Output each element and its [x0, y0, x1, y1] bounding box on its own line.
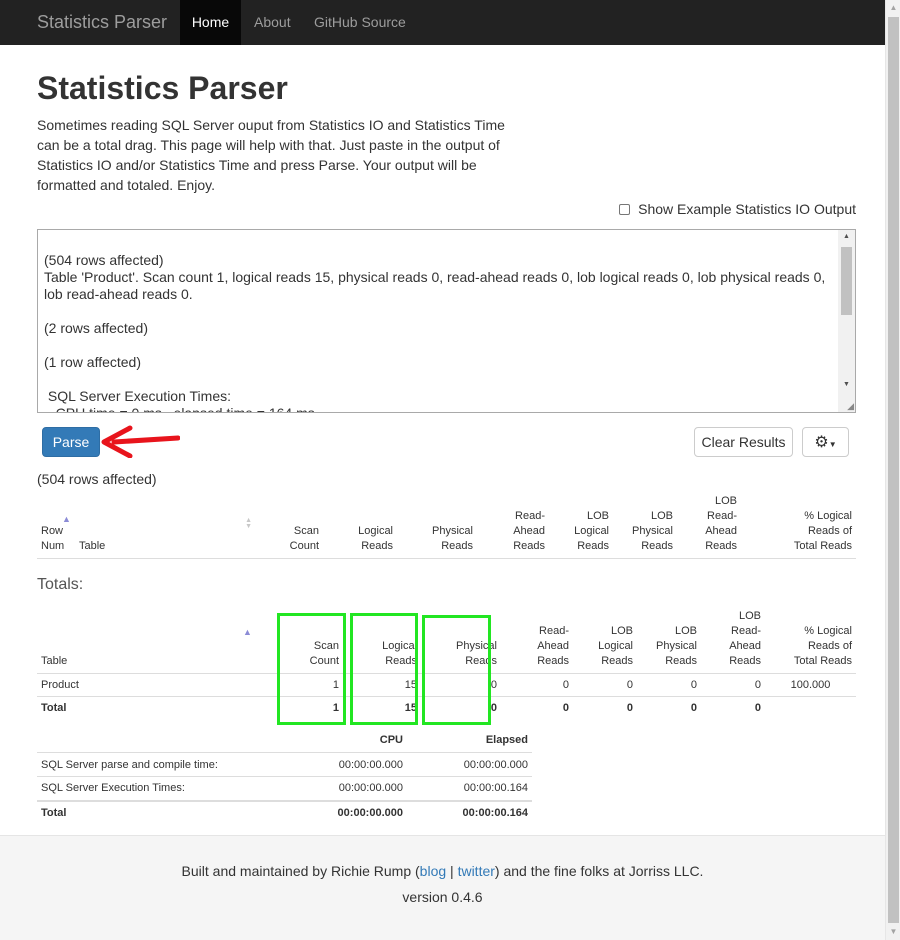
time-total-row: Total 00:00:00.000 00:00:00.164 [37, 799, 532, 825]
show-example-label[interactable]: Show Example Statistics IO Output [638, 201, 856, 217]
col-lob-logical-reads[interactable]: LOB Logical Reads [549, 490, 613, 559]
input-scroll-up-icon[interactable]: ▲ [838, 233, 855, 240]
nav-item-about[interactable]: About [254, 0, 291, 45]
table-row: SQL Server Execution Times: 00:00:00.000… [37, 776, 532, 801]
time-col-elapsed: Elapsed [485, 734, 528, 746]
totals-col-table[interactable]: ▲ Table [37, 605, 277, 674]
time-table: CPU Elapsed SQL Server parse and compile… [37, 729, 532, 825]
statistics-input-text[interactable]: (504 rows affected) Table 'Product'. Sca… [44, 252, 839, 412]
totals-col-lob-physical-reads[interactable]: LOB Physical Reads [637, 605, 701, 674]
nav-item-github-source[interactable]: GitHub Source [314, 0, 406, 45]
time-col-label [37, 729, 307, 753]
intro-text: Sometimes reading SQL Server ouput from … [37, 117, 505, 193]
navbar-brand[interactable]: Statistics Parser [37, 12, 167, 33]
footer-version: version 0.4.6 [402, 889, 483, 905]
footer-credit: Built and maintained by Richie Rump (blo… [181, 863, 704, 879]
input-scroll-down-icon[interactable]: ▼ [838, 381, 855, 388]
blog-link[interactable]: blog [420, 863, 446, 879]
parse-button[interactable]: Parse [42, 427, 100, 457]
col-physical-reads[interactable]: Physical Reads [397, 490, 477, 559]
footer: Built and maintained by Richie Rump (blo… [0, 835, 885, 940]
scrollbar-thumb[interactable] [888, 17, 899, 923]
page-title: Statistics Parser [37, 70, 288, 106]
totals-heading: Totals: [37, 576, 84, 593]
scroll-down-icon[interactable]: ▼ [886, 924, 900, 940]
sort-asc-icon: ▲ [62, 514, 71, 524]
totals-col-lob-logical-reads[interactable]: LOB Logical Reads [573, 605, 637, 674]
caret-down-icon: ▼ [828, 440, 837, 449]
rows-affected-text: (504 rows affected) [37, 471, 157, 487]
scan-count-highlight [277, 613, 346, 725]
input-scrollbar[interactable]: ▲ ▼ [838, 230, 855, 412]
time-col-cpu: CPU [379, 734, 403, 746]
logical-reads-highlight [350, 613, 418, 725]
sort-asc-icon: ▲ [243, 627, 252, 637]
totals-col-lob-read-ahead-reads[interactable]: LOB Read- Ahead Reads [701, 605, 765, 674]
gear-icon: ⚙ [814, 434, 829, 451]
totals-col-read-ahead-reads[interactable]: Read- Ahead Reads [501, 605, 573, 674]
statistics-input[interactable]: (504 rows affected) Table 'Product'. Sca… [37, 229, 856, 413]
resize-grip-icon[interactable]: ◢ [844, 401, 854, 411]
col-logical-reads[interactable]: Logical Reads [323, 490, 397, 559]
clear-results-button[interactable]: Clear Results [694, 427, 793, 457]
totals-col-percent-logical-reads[interactable]: % Logical Reads of Total Reads [765, 605, 856, 674]
sort-icon: ▲ ▼ [245, 517, 252, 530]
results-table: ▲ Row Num Table ▲ ▼ Scan Count Logical Read… [37, 490, 856, 569]
col-row-num[interactable]: ▲ Row Num [37, 490, 75, 559]
twitter-link[interactable]: twitter [458, 863, 495, 879]
col-lob-read-ahead-reads[interactable]: LOB Read- Ahead Reads [677, 490, 741, 559]
input-scrollbar-thumb[interactable] [841, 247, 852, 315]
red-arrow-annotation-icon [101, 425, 180, 458]
page-scrollbar[interactable]: ▲ ▼ [885, 0, 900, 940]
col-percent-logical-reads[interactable]: % Logical Reads of Total Reads [741, 490, 856, 559]
col-read-ahead-reads[interactable]: Read- Ahead Reads [477, 490, 549, 559]
nav-item-home[interactable]: Home [180, 0, 241, 45]
scroll-up-icon[interactable]: ▲ [886, 0, 900, 16]
col-scan-count[interactable]: Scan Count [255, 490, 323, 559]
physical-reads-highlight [422, 615, 491, 725]
col-lob-physical-reads[interactable]: LOB Physical Reads [613, 490, 677, 559]
show-example-checkbox[interactable] [619, 203, 631, 215]
col-table[interactable]: Table ▲ ▼ [75, 490, 255, 559]
settings-dropdown-button[interactable]: ⚙▼ [802, 427, 849, 457]
navbar: Statistics Parser Home About GitHub Sour… [0, 0, 885, 45]
table-row: SQL Server parse and compile time: 00:00… [37, 752, 532, 777]
show-example-toggle[interactable]: Show Example Statistics IO Output [619, 201, 856, 217]
